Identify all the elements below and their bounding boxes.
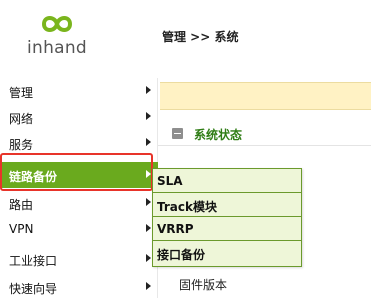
chevron-right-icon: [146, 138, 151, 146]
logo-text: inhand: [26, 38, 88, 58]
submenu-item-sla[interactable]: SLA: [153, 169, 301, 193]
chevron-right-icon: [146, 112, 151, 120]
submenu-item-interface-backup[interactable]: 接口备份: [153, 241, 301, 265]
inhand-logo: inhand: [22, 10, 92, 60]
chevron-right-icon: [146, 170, 151, 178]
sidebar-item-network[interactable]: 网络: [0, 104, 158, 130]
section-header[interactable]: 系统状态: [158, 122, 371, 146]
sidebar-item-vpn[interactable]: VPN: [0, 216, 158, 242]
sidebar-item-label: 服务: [9, 138, 34, 152]
submenu-item-label: SLA: [157, 174, 183, 188]
logo-mark-icon: [41, 16, 73, 32]
breadcrumb: 管理 >> 系统: [162, 30, 239, 44]
notice-bar: [160, 82, 371, 110]
sidebar-item-label: 链路备份: [9, 170, 58, 184]
sidebar-item-label: 网络: [9, 112, 34, 126]
chevron-right-icon: [146, 198, 151, 206]
submenu-item-vrrp[interactable]: VRRP: [153, 217, 301, 241]
sidebar-item-link-backup[interactable]: 链路备份: [0, 162, 158, 188]
sidebar: 管理 网络 服务 链路备份 路由 VPN 工业接口 快速向导: [0, 78, 158, 298]
link-backup-submenu: SLA Track模块 VRRP 接口备份: [152, 168, 302, 267]
header: inhand 管理 >> 系统: [0, 0, 371, 72]
sidebar-item-quick-wizard[interactable]: 快速向导: [0, 274, 158, 298]
submenu-item-track-module[interactable]: Track模块: [153, 193, 301, 217]
sidebar-item-label: 快速向导: [9, 282, 58, 296]
sidebar-item-services[interactable]: 服务: [0, 130, 158, 156]
chevron-right-icon: [146, 224, 151, 232]
sidebar-item-label: 工业接口: [9, 254, 58, 268]
sidebar-item-industrial-interface[interactable]: 工业接口: [0, 246, 158, 272]
chevron-right-icon: [146, 282, 151, 290]
submenu-item-label: Track模块: [157, 200, 217, 214]
chevron-right-icon: [146, 86, 151, 94]
submenu-item-label: VRRP: [157, 222, 194, 236]
sidebar-item-routing[interactable]: 路由: [0, 190, 158, 216]
sidebar-item-management[interactable]: 管理: [0, 78, 158, 104]
chevron-right-icon: [146, 254, 151, 262]
section-title: 系统状态: [194, 128, 243, 142]
sidebar-item-label: 管理: [9, 86, 34, 100]
sidebar-item-label: VPN: [9, 222, 34, 236]
collapse-icon[interactable]: [172, 128, 183, 139]
firmware-version-label: 固件版本: [179, 278, 228, 292]
submenu-item-label: 接口备份: [157, 248, 206, 262]
sidebar-item-label: 路由: [9, 198, 34, 212]
